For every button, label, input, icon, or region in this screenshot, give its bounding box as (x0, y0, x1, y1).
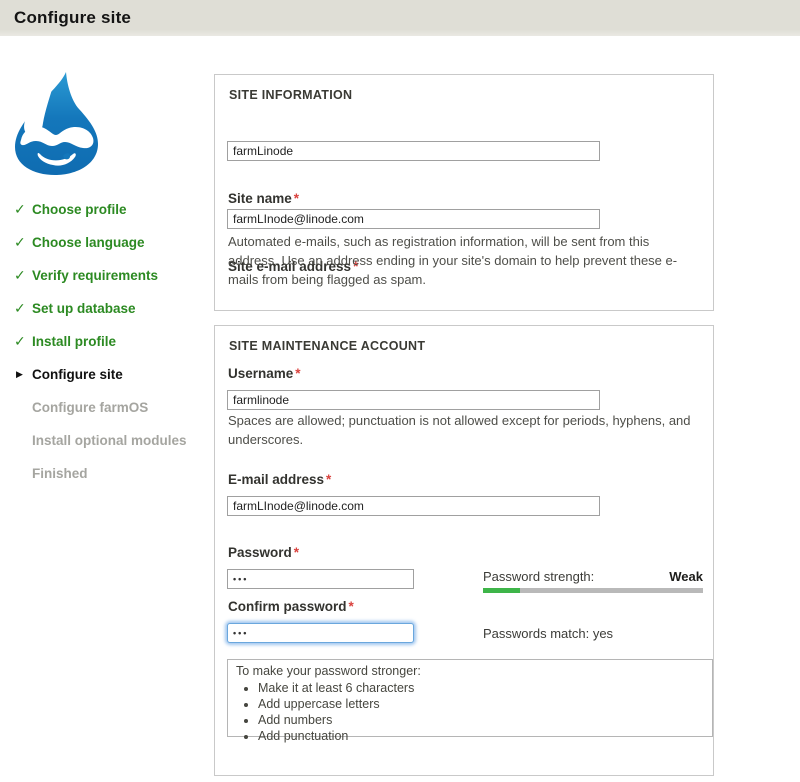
arrow-right-icon: ▶ (14, 369, 32, 380)
username-label: Username* (228, 366, 301, 381)
page-header: Configure site (0, 0, 800, 36)
task-label: Install optional modules (32, 433, 187, 448)
site-maintenance-account-fieldset: SITE MAINTENANCE ACCOUNT Username* Space… (214, 325, 714, 776)
task-verify-requirements: ✓ Verify requirements (14, 259, 209, 292)
configure-site-page: { "header": { "title": "Configure site" … (0, 0, 800, 782)
account-email-input[interactable] (227, 496, 600, 516)
confirm-password-input[interactable] (227, 623, 414, 643)
password-suggestion-item: Make it at least 6 characters (258, 680, 704, 696)
task-install-optional-modules: Install optional modules (14, 424, 209, 457)
site-name-label: Site name* (228, 191, 299, 206)
confirm-password-label: Confirm password* (228, 599, 354, 614)
task-configure-site-current: ▶ Configure site (14, 358, 209, 391)
task-label: Install profile (32, 334, 116, 349)
password-strength-bar (483, 588, 703, 593)
password-strength-fill (483, 588, 520, 593)
task-configure-farmos: Configure farmOS (14, 391, 209, 424)
required-asterisk: * (324, 472, 331, 487)
task-choose-profile: ✓ Choose profile (14, 193, 209, 226)
account-email-label: E-mail address* (228, 472, 331, 487)
install-task-list: ✓ Choose profile ✓ Choose language ✓ Ver… (14, 193, 209, 490)
site-information-legend: SITE INFORMATION (229, 88, 352, 102)
password-suggestion-item: Add punctuation (258, 728, 704, 744)
check-icon: ✓ (14, 300, 32, 317)
task-label: Set up database (32, 301, 136, 316)
password-suggestions-list: Make it at least 6 charactersAdd upperca… (258, 680, 704, 744)
task-set-up-database: ✓ Set up database (14, 292, 209, 325)
site-name-input[interactable] (227, 141, 600, 161)
task-label: Verify requirements (32, 268, 158, 283)
password-input[interactable] (227, 569, 414, 589)
site-information-fieldset: SITE INFORMATION Site name* Site e-mail … (214, 74, 714, 311)
check-icon: ✓ (14, 267, 32, 284)
password-suggestion-item: Add uppercase letters (258, 696, 704, 712)
required-asterisk: * (292, 191, 299, 206)
task-label: Configure site (32, 367, 123, 382)
site-email-input[interactable] (227, 209, 600, 229)
username-help: Spaces are allowed; punctuation is not a… (228, 412, 700, 450)
task-choose-language: ✓ Choose language (14, 226, 209, 259)
drupal-logo-icon (9, 70, 103, 176)
task-label: Configure farmOS (32, 400, 148, 415)
password-strength-level: Weak (669, 569, 703, 584)
required-asterisk: * (293, 366, 300, 381)
task-label: Choose language (32, 235, 145, 250)
check-icon: ✓ (14, 201, 32, 218)
username-input[interactable] (227, 390, 600, 410)
password-suggestions-title: To make your password stronger: (236, 664, 704, 678)
task-label: Finished (32, 466, 88, 481)
check-icon: ✓ (14, 234, 32, 251)
page-title: Configure site (0, 0, 800, 28)
task-label: Choose profile (32, 202, 127, 217)
password-strength-indicator: Password strength: Weak (483, 569, 703, 593)
check-icon: ✓ (14, 333, 32, 350)
site-email-help: Automated e-mails, such as registration … (228, 233, 700, 290)
password-suggestion-item: Add numbers (258, 712, 704, 728)
password-suggestions-box: To make your password stronger: Make it … (227, 659, 713, 737)
task-finished: Finished (14, 457, 209, 490)
required-asterisk: * (347, 599, 354, 614)
password-strength-label: Password strength: (483, 569, 594, 584)
task-install-profile: ✓ Install profile (14, 325, 209, 358)
passwords-match-status: Passwords match: yes (483, 626, 613, 641)
site-maintenance-legend: SITE MAINTENANCE ACCOUNT (229, 339, 425, 353)
required-asterisk: * (292, 545, 299, 560)
password-label: Password* (228, 545, 299, 560)
